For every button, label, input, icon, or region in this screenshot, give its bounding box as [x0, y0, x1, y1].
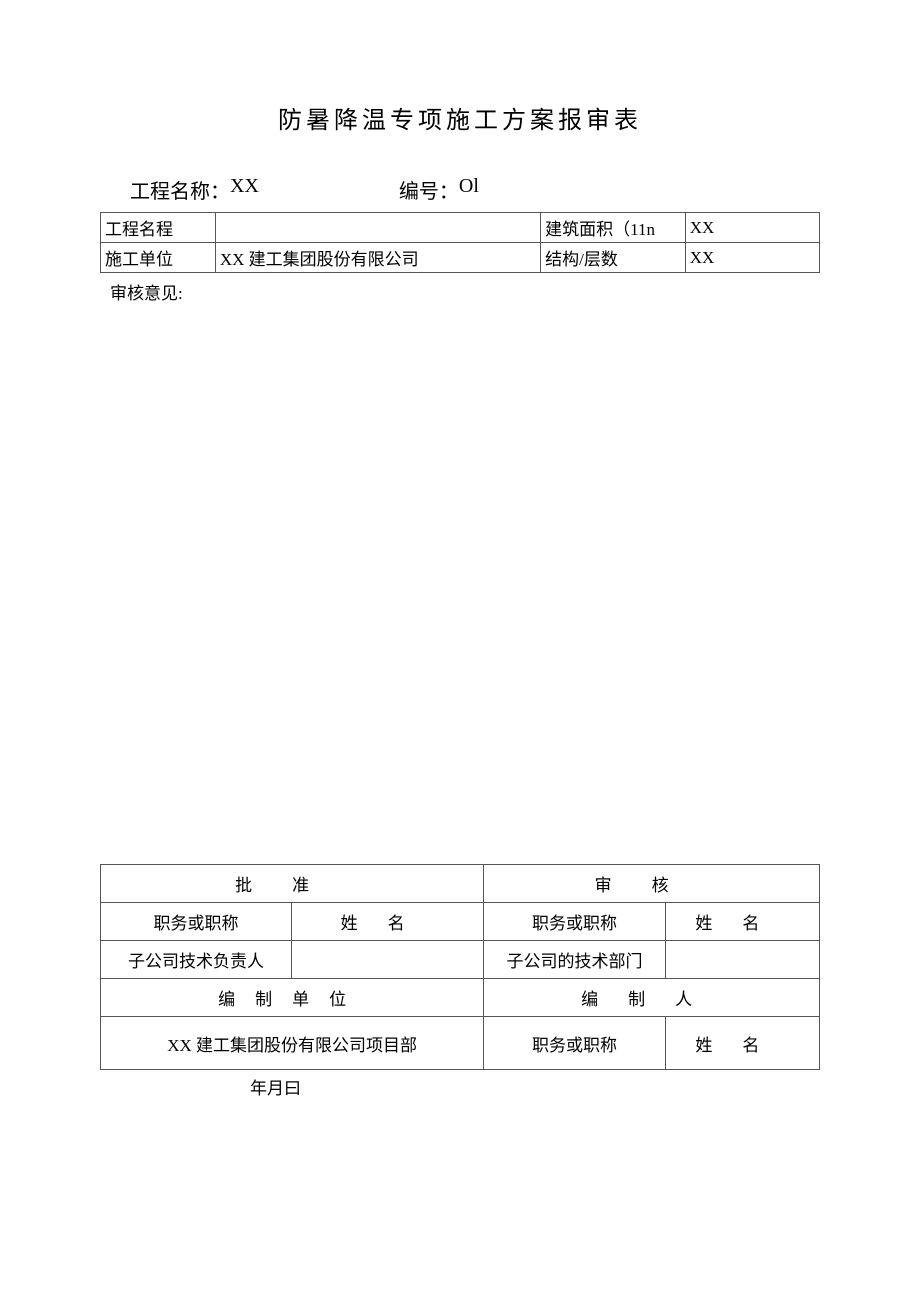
review-header: 审核 [484, 865, 820, 903]
area-label: 建筑面积（11n [541, 213, 686, 243]
proj-name-value: XX [230, 175, 259, 204]
page-title: 防暑降温专项施工方案报审表 [100, 100, 820, 135]
name-label: 姓名 [665, 1017, 819, 1070]
compile-unit-value: XX 建工集团股份有限公司项目部 [101, 1017, 484, 1070]
area-value: XX [685, 213, 819, 243]
tech-leader-label: 子公司技术负责人 [101, 941, 292, 979]
info-table: 工程名程 建筑面积（11n XX 施工单位 XX 建工集团股份有限公司 结构/层… [100, 212, 820, 273]
contractor-value: XX 建工集团股份有限公司 [215, 243, 540, 273]
approve-header: 批准 [101, 865, 484, 903]
table-row: 子公司技术负责人 子公司的技术部门 [101, 941, 820, 979]
name-label: 姓名 [665, 903, 819, 941]
proj-name-cell-value [215, 213, 540, 243]
proj-name-cell-label: 工程名程 [101, 213, 216, 243]
tech-dept-label: 子公司的技术部门 [484, 941, 665, 979]
table-row: 工程名程 建筑面积（11n XX [101, 213, 820, 243]
proj-name-label: 工程名称： [130, 175, 230, 204]
table-row: 施工单位 XX 建工集团股份有限公司 结构/层数 XX [101, 243, 820, 273]
number-label: 编号： [399, 175, 459, 204]
post-label: 职务或职称 [484, 903, 665, 941]
table-row: 职务或职称 姓名 职务或职称 姓名 [101, 903, 820, 941]
number-value: Ol [459, 175, 479, 204]
review-opinion-area [100, 304, 820, 864]
post-label: 职务或职称 [484, 1017, 665, 1070]
review-opinion-label: 审核意见: [100, 273, 820, 304]
post-label: 职务或职称 [101, 903, 292, 941]
tech-dept-name [665, 941, 819, 979]
table-row: 编制单位 编制人 [101, 979, 820, 1017]
header-line: 工程名称： XX 编号： Ol [100, 175, 820, 204]
table-row: 批准 审核 [101, 865, 820, 903]
tech-leader-name [291, 941, 483, 979]
structure-label: 结构/层数 [541, 243, 686, 273]
structure-value: XX [685, 243, 819, 273]
approval-table: 批准 审核 职务或职称 姓名 职务或职称 姓名 子公司技术负责人 子公司的技术部… [100, 864, 820, 1070]
table-row: XX 建工集团股份有限公司项目部 职务或职称 姓名 [101, 1017, 820, 1070]
date-line: 年月曰 [100, 1074, 820, 1099]
compile-person-label: 编制人 [484, 979, 820, 1017]
compile-unit-label: 编制单位 [101, 979, 484, 1017]
contractor-label: 施工单位 [101, 243, 216, 273]
name-label: 姓名 [291, 903, 483, 941]
